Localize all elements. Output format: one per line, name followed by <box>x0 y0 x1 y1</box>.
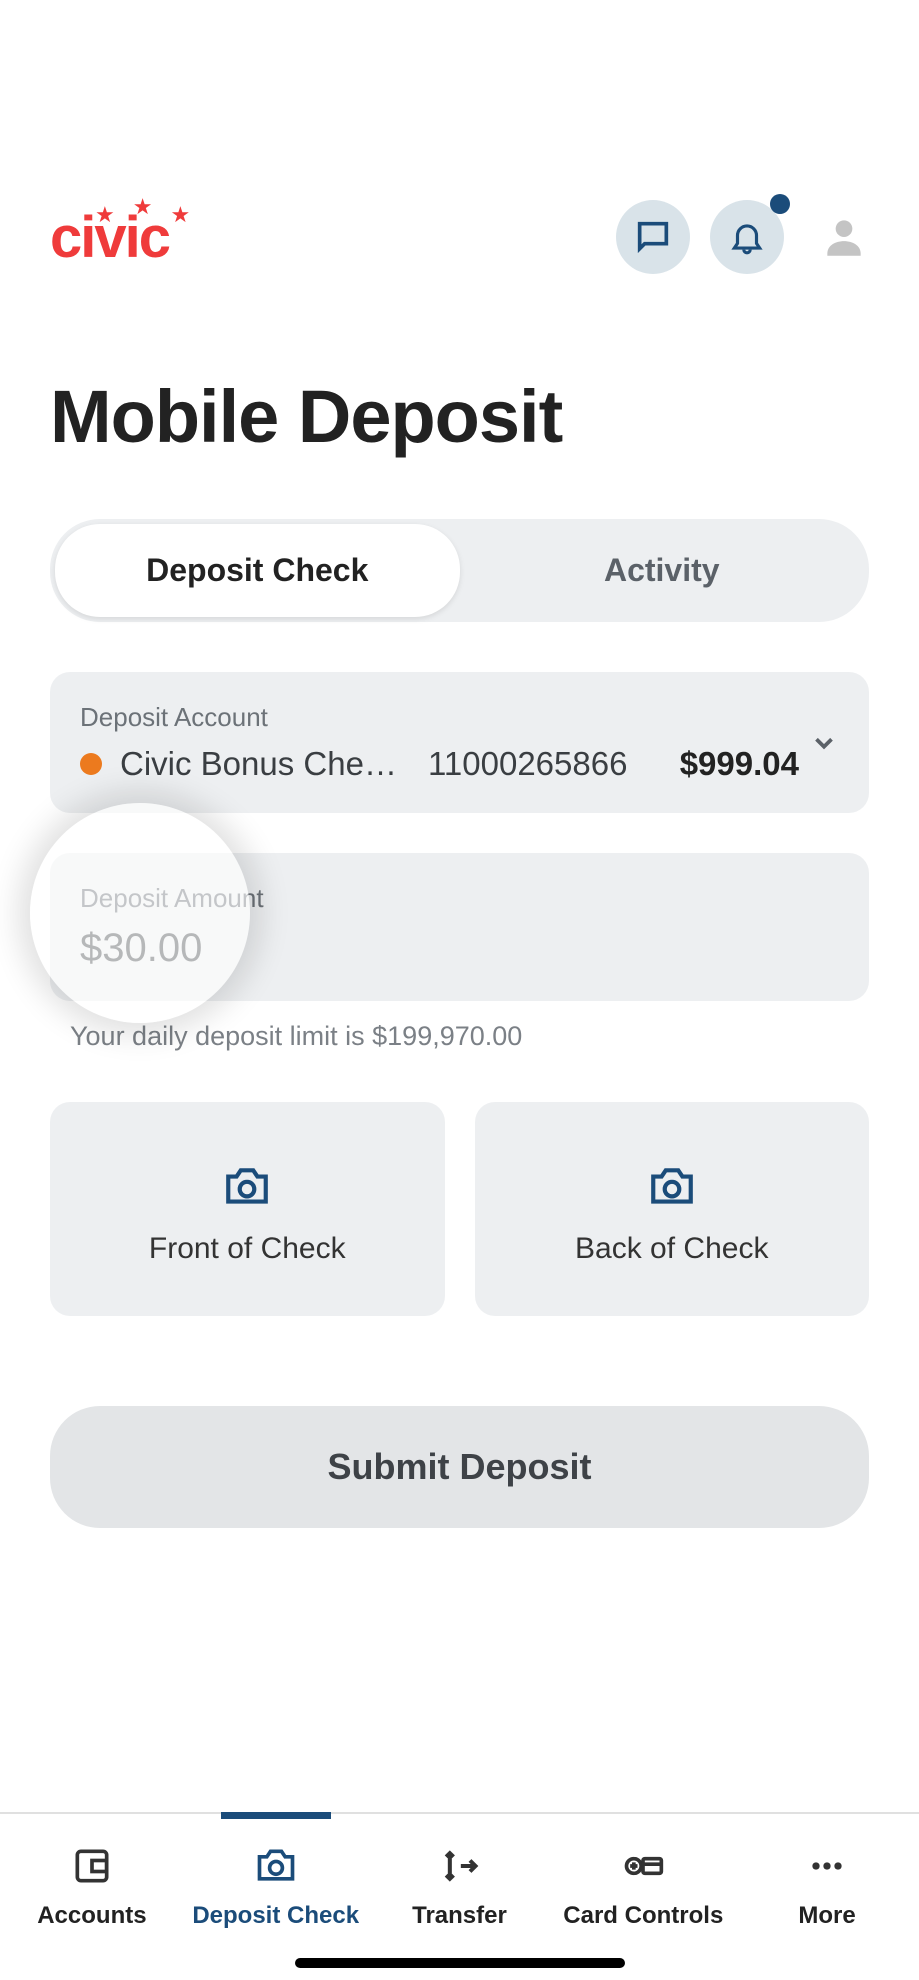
nav-accounts-label: Accounts <box>37 1902 146 1930</box>
back-of-check-label: Back of Check <box>575 1232 768 1266</box>
nav-more-label: More <box>798 1902 855 1930</box>
nav-transfer[interactable]: Transfer <box>368 1814 552 1980</box>
status-bar-space <box>0 0 919 180</box>
nav-accounts[interactable]: Accounts <box>0 1814 184 1980</box>
deposit-amount-label: Deposit Amount <box>80 883 839 914</box>
account-status-dot <box>80 753 102 775</box>
chevron-down-icon <box>809 728 839 758</box>
transfer-icon <box>437 1844 481 1888</box>
deposit-amount-value: $30.00 <box>80 926 839 971</box>
nav-more[interactable]: More <box>735 1814 919 1980</box>
front-of-check-label: Front of Check <box>149 1232 346 1266</box>
daily-limit-text: Your daily deposit limit is $199,970.00 <box>0 1001 919 1052</box>
front-of-check-button[interactable]: Front of Check <box>50 1102 445 1316</box>
camera-icon <box>222 1162 272 1212</box>
app-header: ★ ★ ★ civic <box>0 200 919 274</box>
home-indicator <box>295 1958 625 1968</box>
star-icon: ★ <box>133 194 153 220</box>
nav-deposit-check[interactable]: Deposit Check <box>184 1814 368 1980</box>
deposit-account-label: Deposit Account <box>80 702 839 733</box>
deposit-amount-input[interactable]: Deposit Amount $30.00 <box>50 853 869 1001</box>
bell-icon <box>728 218 766 256</box>
back-of-check-button[interactable]: Back of Check <box>475 1102 870 1316</box>
nav-cards-label: Card Controls <box>563 1902 723 1930</box>
segmented-control: Deposit Check Activity <box>50 519 869 622</box>
more-icon <box>805 1844 849 1888</box>
camera-icon <box>647 1162 697 1212</box>
camera-icon <box>254 1844 298 1888</box>
check-capture-row: Front of Check Back of Check <box>50 1102 869 1316</box>
page-title: Mobile Deposit <box>0 374 919 459</box>
account-number: 11000265866 <box>428 745 627 783</box>
submit-deposit-button[interactable]: Submit Deposit <box>50 1406 869 1528</box>
tab-deposit-check[interactable]: Deposit Check <box>55 524 460 617</box>
card-controls-icon <box>621 1844 665 1888</box>
nav-deposit-label: Deposit Check <box>192 1902 359 1930</box>
account-balance: $999.04 <box>680 745 799 783</box>
accounts-icon <box>70 1844 114 1888</box>
nav-card-controls[interactable]: Card Controls <box>551 1814 735 1980</box>
messages-icon <box>633 217 673 257</box>
account-row: Civic Bonus Check... 11000265866 $999.04 <box>80 745 839 783</box>
civic-logo: ★ ★ ★ civic <box>50 204 169 271</box>
star-icon: ★ <box>170 202 190 228</box>
profile-button[interactable] <box>819 212 869 262</box>
nav-transfer-label: Transfer <box>412 1902 507 1930</box>
header-actions <box>616 200 869 274</box>
notification-dot <box>770 194 790 214</box>
account-name: Civic Bonus Check... <box>120 745 410 783</box>
profile-icon <box>819 212 869 262</box>
notifications-button[interactable] <box>710 200 784 274</box>
messages-button[interactable] <box>616 200 690 274</box>
deposit-account-selector[interactable]: Deposit Account Civic Bonus Check... 110… <box>50 672 869 813</box>
logo-stars: ★ ★ ★ <box>95 194 190 220</box>
tab-activity[interactable]: Activity <box>460 524 865 617</box>
bottom-nav: Accounts Deposit Check Transfer Card Con… <box>0 1812 919 1980</box>
star-icon: ★ <box>95 202 115 228</box>
